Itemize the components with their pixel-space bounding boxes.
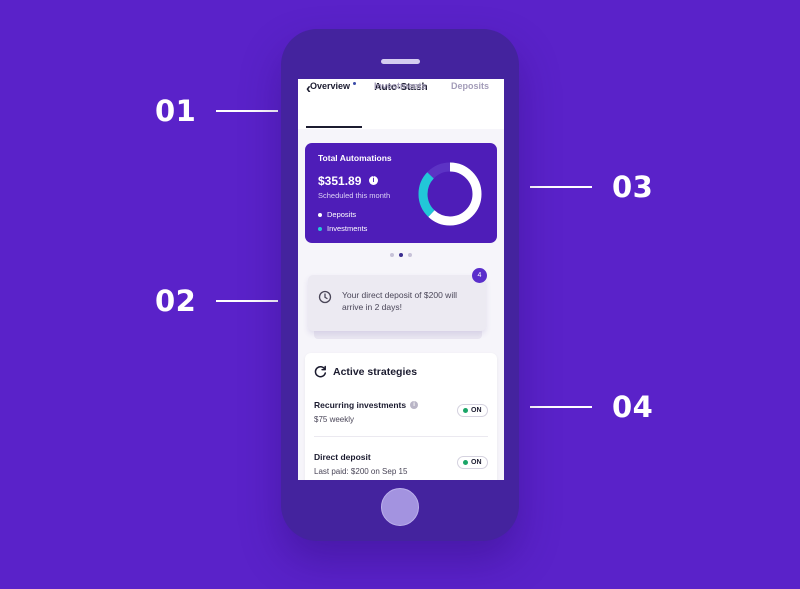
pager-dot[interactable] <box>408 253 412 257</box>
pager-dot-active[interactable] <box>399 253 403 257</box>
toggle-status-dot <box>463 460 468 465</box>
legend-investments: Investments <box>318 224 367 233</box>
row-divider <box>314 436 488 437</box>
toggle-label: ON <box>471 459 482 466</box>
automation-amount: $351.89 <box>318 174 362 188</box>
notification-count-badge: 4 <box>472 268 487 283</box>
home-button[interactable] <box>381 488 419 526</box>
legend-dot-icon <box>318 226 322 231</box>
callout-03: 03 <box>530 170 653 204</box>
strategies-header: Active strategies <box>314 365 417 378</box>
strategies-title: Active strategies <box>333 365 418 378</box>
automation-donut-chart <box>418 162 482 226</box>
deposit-notification-card[interactable]: Your direct deposit of $200 will arrive … <box>308 275 486 331</box>
active-strategies-panel: Active strategies Recurring investments … <box>305 353 497 480</box>
strategy-name: Direct deposit <box>314 452 371 462</box>
tab-overview[interactable]: Overview <box>310 81 350 91</box>
recurring-investments-toggle[interactable]: ON <box>457 404 488 417</box>
callout-number: 01 <box>155 94 197 128</box>
info-icon[interactable]: i <box>369 176 378 185</box>
phone-speaker <box>381 59 420 64</box>
callout-line <box>216 300 279 302</box>
callout-line <box>216 110 279 112</box>
callout-02: 02 <box>155 284 279 318</box>
strategy-name: Recurring investments <box>314 400 407 410</box>
carousel-pager <box>298 253 504 257</box>
info-icon[interactable]: i <box>410 401 419 409</box>
legend-dot-icon <box>318 212 322 217</box>
tab-investments[interactable]: Investments <box>374 81 427 91</box>
pager-dot[interactable] <box>390 253 394 257</box>
active-tab-underline <box>306 126 362 128</box>
clock-icon <box>318 290 332 304</box>
refresh-icon <box>314 365 327 378</box>
toggle-label: ON <box>471 407 482 414</box>
app-header: ‹ Auto-Stash Overview Investments Deposi… <box>298 79 504 129</box>
phone-frame: ‹ Auto-Stash Overview Investments Deposi… <box>281 29 519 541</box>
direct-deposit-toggle[interactable]: ON <box>457 456 488 469</box>
legend-label: Investments <box>327 224 368 233</box>
tab-deposits[interactable]: Deposits <box>451 81 489 91</box>
callout-01: 01 <box>155 94 279 128</box>
strategy-row-recurring-investments: Recurring investments i $75 weekly ON <box>314 400 488 424</box>
total-automations-card[interactable]: Total Automations $351.89 i Scheduled th… <box>305 143 497 243</box>
app-screen: ‹ Auto-Stash Overview Investments Deposi… <box>298 79 504 480</box>
toggle-status-dot <box>463 408 468 413</box>
callout-number: 03 <box>612 170 654 204</box>
legend-label: Deposits <box>327 210 357 219</box>
strategy-row-direct-deposit: Direct deposit Last paid: $200 on Sep 15… <box>314 452 488 476</box>
notification-text: Your direct deposit of $200 will arrive … <box>342 290 457 312</box>
legend-deposits: Deposits <box>318 210 356 219</box>
callout-04: 04 <box>530 390 653 424</box>
callout-line <box>530 406 592 408</box>
callout-number: 02 <box>155 284 197 318</box>
callout-line <box>530 186 592 188</box>
callout-number: 04 <box>612 390 654 424</box>
tab-indicator-dot <box>353 82 356 85</box>
card-title: Total Automations <box>318 153 392 163</box>
card-subtitle: Scheduled this month <box>318 191 391 200</box>
